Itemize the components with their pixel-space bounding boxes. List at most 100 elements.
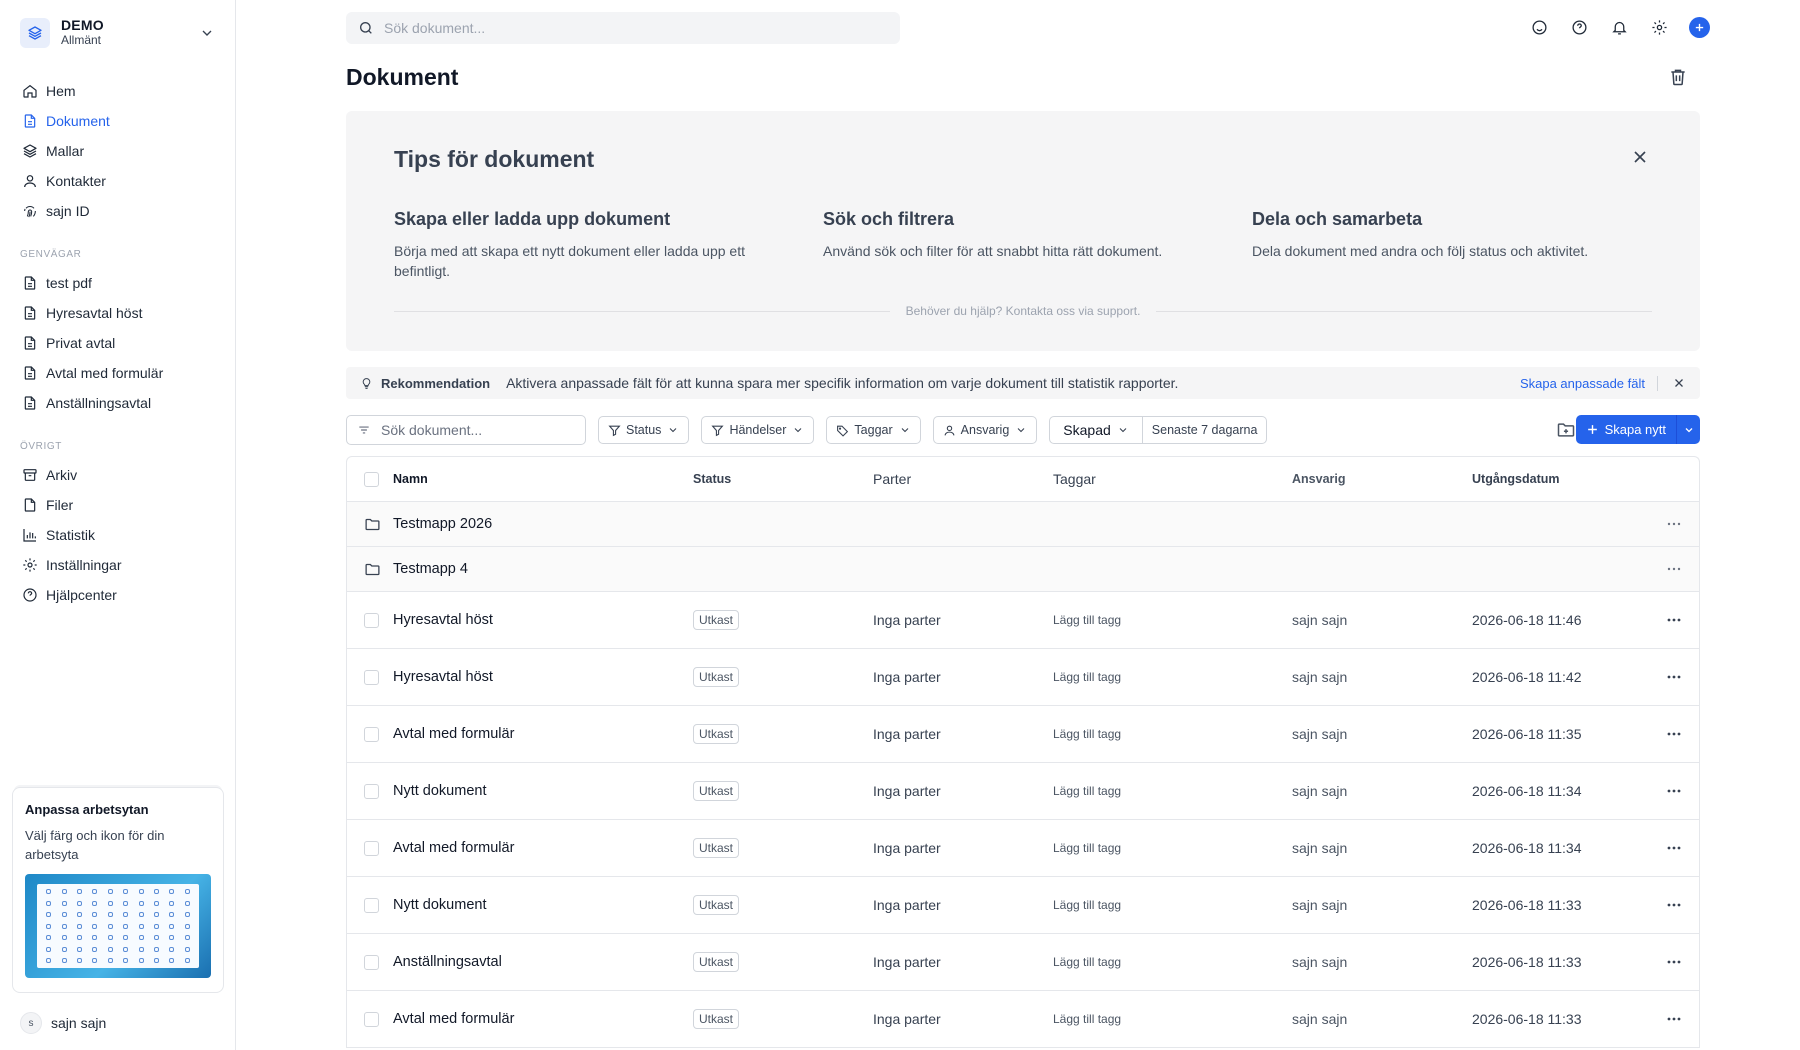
document-search[interactable]: [346, 415, 586, 445]
date-cell: 2026-06-18 11:34: [1472, 783, 1582, 799]
add-tag-button[interactable]: Lägg till tagg: [1053, 727, 1292, 741]
user-menu[interactable]: s sajn sajn: [20, 1012, 106, 1034]
more-icon[interactable]: [1665, 1010, 1683, 1028]
shortcut-item[interactable]: Avtal med formulär: [0, 358, 235, 388]
notifications-button[interactable]: [1608, 16, 1630, 38]
create-new-button[interactable]: Skapa nytt: [1575, 415, 1676, 444]
more-icon[interactable]: [1665, 725, 1683, 743]
tags-filter[interactable]: Taggar: [826, 416, 921, 444]
select-all-checkbox[interactable]: [363, 471, 379, 487]
shortcut-item[interactable]: test pdf: [0, 268, 235, 298]
add-tag-button[interactable]: Lägg till tagg: [1053, 841, 1292, 855]
nav-item-arkiv[interactable]: Arkiv: [0, 460, 235, 490]
row-checkbox[interactable]: [363, 1011, 379, 1027]
column-header-owner[interactable]: Ansvarig: [1292, 472, 1472, 486]
table-header: Namn Status Parter Taggar Ansvarig Utgån…: [347, 457, 1699, 502]
table-row[interactable]: Avtal med formulär Utkast Inga parter Lä…: [347, 706, 1699, 763]
chevron-down-icon[interactable]: [199, 25, 215, 41]
shortcut-item[interactable]: Anställningsavtal: [0, 388, 235, 418]
shortcut-item[interactable]: Privat avtal: [0, 328, 235, 358]
shortcut-label: Avtal med formulär: [46, 365, 164, 381]
nav-item-installningar[interactable]: Inställningar: [0, 550, 235, 580]
add-tag-button[interactable]: Lägg till tagg: [1053, 613, 1292, 627]
trash-icon[interactable]: [1668, 67, 1688, 87]
status-filter[interactable]: Status: [598, 416, 690, 444]
settings-button[interactable]: [1648, 16, 1670, 38]
document-name[interactable]: Avtal med formulär: [393, 840, 693, 856]
document-name[interactable]: Hyresavtal höst: [393, 612, 693, 628]
document-name[interactable]: Avtal med formulär: [393, 1011, 693, 1027]
document-name[interactable]: Nytt dokument: [393, 783, 693, 799]
owner-filter[interactable]: Ansvarig: [932, 416, 1038, 444]
events-filter[interactable]: Händelser: [701, 416, 815, 444]
nav-item-hem[interactable]: Hem: [0, 76, 235, 106]
add-tag-button[interactable]: Lägg till tagg: [1053, 670, 1292, 684]
close-icon[interactable]: [1630, 147, 1650, 167]
nav-item-filer[interactable]: Filer: [0, 490, 235, 520]
create-custom-fields-link[interactable]: Skapa anpassade fält: [1520, 375, 1658, 391]
column-header-tags[interactable]: Taggar: [1053, 471, 1292, 487]
row-checkbox[interactable]: [363, 612, 379, 628]
column-header-parties[interactable]: Parter: [873, 471, 1053, 487]
date-range-select[interactable]: Senaste 7 dagarna: [1142, 416, 1268, 444]
table-row[interactable]: Anställningsavtal Utkast Inga parter Läg…: [347, 934, 1699, 991]
column-header-status[interactable]: Status: [693, 472, 873, 486]
create-button-top[interactable]: [1688, 16, 1710, 38]
status-badge: Utkast: [693, 1009, 740, 1029]
table-row[interactable]: Hyresavtal höst Utkast Inga parter Lägg …: [347, 592, 1699, 649]
row-checkbox[interactable]: [363, 783, 379, 799]
document-search-input[interactable]: [381, 422, 571, 438]
table-row[interactable]: Hyresavtal höst Utkast Inga parter Lägg …: [347, 649, 1699, 706]
document-name[interactable]: Anställningsavtal: [393, 954, 693, 970]
add-tag-button[interactable]: Lägg till tagg: [1053, 898, 1292, 912]
folder-row[interactable]: Testmapp 4: [347, 547, 1699, 592]
close-icon[interactable]: [1672, 376, 1686, 390]
row-checkbox[interactable]: [363, 954, 379, 970]
shortcut-item[interactable]: Hyresavtal höst: [0, 298, 235, 328]
nav-item-sajn-id[interactable]: sajn ID: [0, 196, 235, 226]
row-checkbox[interactable]: [363, 726, 379, 742]
table-row[interactable]: Nytt dokument Utkast Inga parter Lägg ti…: [347, 877, 1699, 934]
add-tag-button[interactable]: Lägg till tagg: [1053, 955, 1292, 969]
nav-item-dokument[interactable]: Dokument: [0, 106, 235, 136]
workspace-switcher[interactable]: DEMO Allmänt: [0, 0, 235, 50]
created-select[interactable]: Skapad: [1049, 416, 1143, 444]
column-header-expiry[interactable]: Utgångsdatum: [1472, 472, 1632, 486]
support-hint-text[interactable]: Behöver du hjälp? Kontakta oss via suppo…: [890, 304, 1157, 318]
nav-item-hjalpcenter[interactable]: Hjälpcenter: [0, 580, 235, 610]
column-header-name[interactable]: Namn: [393, 472, 693, 486]
document-name[interactable]: Nytt dokument: [393, 897, 693, 913]
more-icon[interactable]: [1665, 953, 1683, 971]
global-search-input[interactable]: [384, 20, 864, 36]
nav-item-statistik[interactable]: Statistik: [0, 520, 235, 550]
table-row[interactable]: Avtal med formulär Utkast Inga parter Lä…: [347, 820, 1699, 877]
feedback-button[interactable]: [1528, 16, 1550, 38]
more-icon[interactable]: [1665, 839, 1683, 857]
add-tag-button[interactable]: Lägg till tagg: [1053, 784, 1292, 798]
new-folder-icon[interactable]: [1556, 420, 1576, 440]
row-checkbox[interactable]: [363, 840, 379, 856]
more-icon[interactable]: [1665, 668, 1683, 686]
nav-item-kontakter[interactable]: Kontakter: [0, 166, 235, 196]
more-icon[interactable]: [1665, 611, 1683, 629]
table-row[interactable]: Nytt dokument Utkast Inga parter Lägg ti…: [347, 763, 1699, 820]
more-icon[interactable]: [1665, 515, 1683, 533]
help-button[interactable]: [1568, 16, 1590, 38]
row-checkbox[interactable]: [363, 669, 379, 685]
row-checkbox[interactable]: [363, 897, 379, 913]
more-icon[interactable]: [1665, 560, 1683, 578]
global-search[interactable]: [346, 12, 900, 44]
folder-row[interactable]: Testmapp 2026: [347, 502, 1699, 547]
document-name[interactable]: Hyresavtal höst: [393, 669, 693, 685]
create-new-dropdown[interactable]: [1676, 415, 1700, 444]
document-name[interactable]: Avtal med formulär: [393, 726, 693, 742]
customize-workspace-card[interactable]: Anpassa arbetsytan Välj färg och ikon fö…: [12, 787, 224, 993]
add-tag-button[interactable]: Lägg till tagg: [1053, 1012, 1292, 1026]
table-row[interactable]: Avtal med formulär Utkast Inga parter Lä…: [347, 991, 1699, 1048]
more-icon[interactable]: [1665, 782, 1683, 800]
home-icon: [23, 84, 37, 98]
nav-item-mallar[interactable]: Mallar: [0, 136, 235, 166]
more-icon[interactable]: [1665, 896, 1683, 914]
filter-lines-icon: [359, 426, 369, 434]
filter-label: Skapad: [1063, 422, 1111, 438]
